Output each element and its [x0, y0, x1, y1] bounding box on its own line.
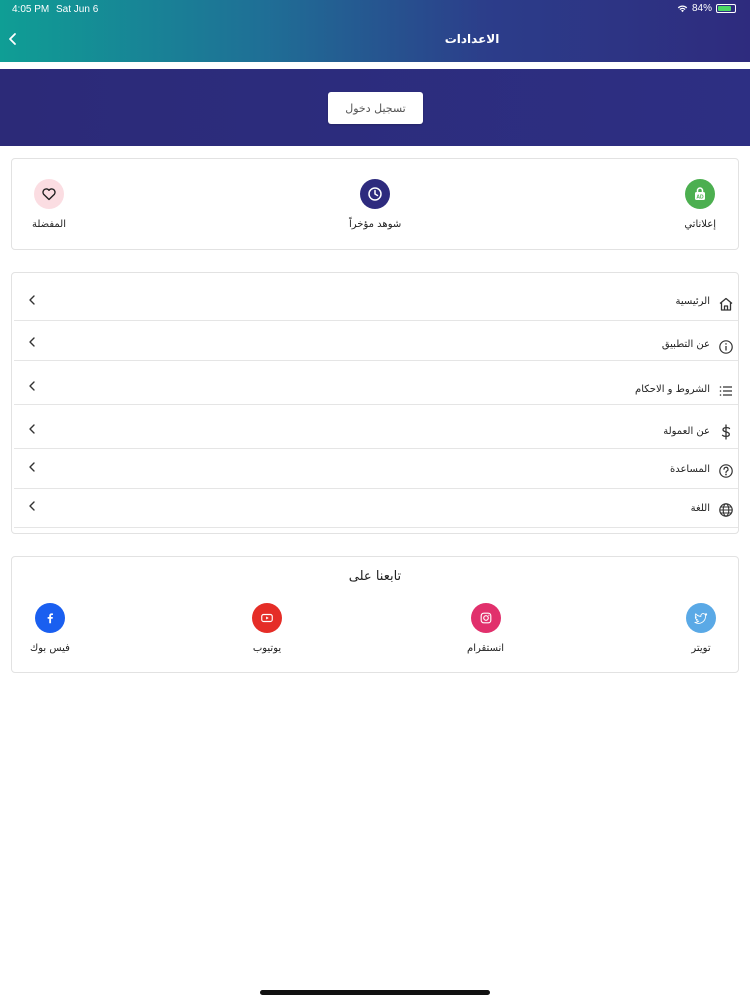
instagram-icon [470, 603, 501, 633]
social-youtube[interactable]: يوتيوب [252, 603, 282, 654]
follow-title: تابعنا على [348, 569, 402, 584]
menu-item-language[interactable]: اللغة [14, 488, 738, 528]
social-label: تويتر [691, 643, 711, 654]
chevron-left-icon [29, 501, 35, 511]
chevron-left-icon [29, 295, 35, 305]
social-facebook[interactable]: فيس بوك [30, 603, 70, 654]
quick-link-my-ads[interactable]: AD إعلاناتي [684, 179, 716, 230]
social-instagram[interactable]: انستقرام [467, 603, 504, 654]
quick-link-recently-viewed[interactable]: شوهد مؤخراً [349, 179, 401, 230]
quick-links-card: AD إعلاناتي شوهد مؤخراً المفضلة [11, 158, 739, 250]
menu-item-label: اللغة [690, 503, 710, 514]
twitter-icon [686, 603, 716, 633]
settings-menu: الرئيسية عن التطبيق الشروط و الاحكام عن … [11, 272, 739, 534]
status-time: 4:05 PM [12, 4, 50, 15]
facebook-icon [34, 603, 65, 633]
menu-item-label: الشروط و الاحكام [635, 384, 710, 395]
quick-link-label: إعلاناتي [684, 219, 716, 230]
battery-level [718, 6, 732, 11]
battery-percent: 84% [691, 3, 712, 14]
status-indicators: 84% [677, 3, 736, 14]
status-bar: 4:05 PM Sat Jun 6 84% [0, 0, 750, 18]
social-label: انستقرام [467, 643, 505, 654]
chevron-left-icon [29, 381, 35, 391]
ads-icon: AD [685, 179, 716, 209]
help-icon [719, 464, 733, 478]
info-icon [719, 340, 733, 354]
login-banner: تسجيل دخول [0, 69, 750, 146]
chevron-left-icon [29, 462, 35, 472]
chevron-left-icon [29, 424, 35, 434]
clock-icon [360, 179, 391, 209]
follow-us-card: تابعنا على تويتر انستقرام يوتيوب فيس بوك [11, 556, 739, 673]
menu-item-about-app[interactable]: عن التطبيق [14, 321, 738, 361]
menu-item-terms[interactable]: الشروط و الاحكام [14, 365, 738, 405]
wifi-icon [677, 5, 688, 13]
heart-icon [34, 179, 64, 209]
quick-link-label: شوهد مؤخراً [349, 219, 402, 230]
login-button[interactable]: تسجيل دخول [328, 92, 423, 124]
social-label: فيس بوك [30, 643, 70, 654]
menu-item-home[interactable]: الرئيسية [14, 281, 738, 321]
menu-item-label: عن العمولة [663, 426, 710, 437]
quick-link-label: المفضلة [32, 219, 67, 230]
page-title: الاعدادات [444, 32, 500, 46]
home-icon [719, 297, 733, 311]
social-label: يوتيوب [252, 643, 282, 654]
menu-item-help[interactable]: المساعدة [14, 449, 738, 489]
quick-link-favorites[interactable]: المفضلة [32, 179, 66, 230]
top-app-bar: 4:05 PM Sat Jun 6 84% الاعدادات [0, 0, 750, 62]
status-date: Sat Jun 6 [56, 4, 99, 15]
youtube-icon [252, 603, 282, 633]
svg-text:AD: AD [697, 195, 705, 201]
menu-item-label: الرئيسية [675, 296, 710, 307]
menu-item-commission[interactable]: عن العمولة [14, 409, 738, 449]
chevron-left-icon [29, 337, 35, 347]
dollar-icon [721, 424, 731, 440]
globe-icon [719, 503, 733, 517]
menu-item-label: المساعدة [669, 464, 710, 475]
home-indicator[interactable] [260, 990, 490, 995]
social-twitter[interactable]: تويتر [686, 603, 716, 654]
menu-item-label: عن التطبيق [661, 339, 710, 350]
battery-icon [716, 4, 736, 13]
list-icon [719, 386, 732, 396]
